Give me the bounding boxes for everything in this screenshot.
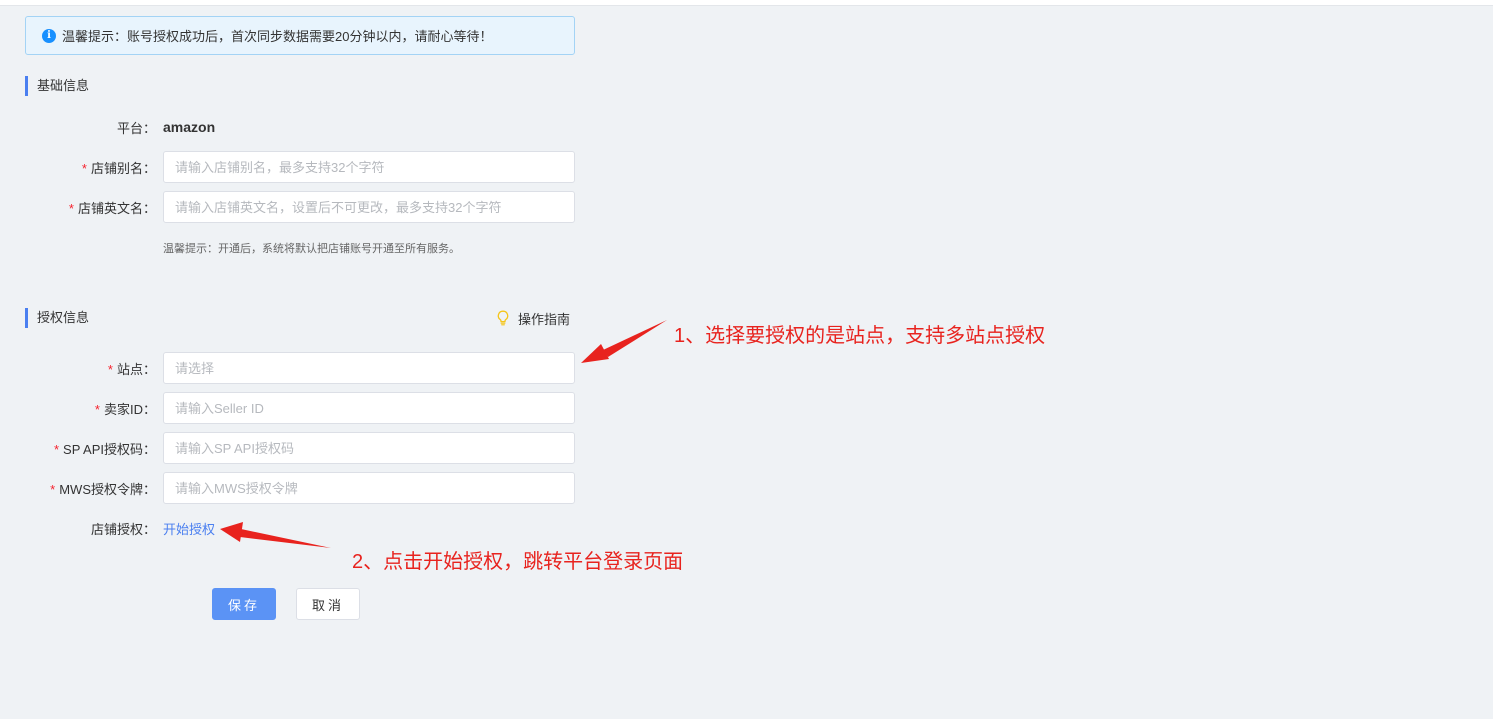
annotation-step2: 2、点击开始授权，跳转平台登录页面 <box>352 551 684 573</box>
service-hint: 温馨提示：开通后，系统将默认把店铺账号开通至所有服务。 <box>163 243 460 255</box>
info-icon: i <box>42 28 56 43</box>
annotation-step1: 1、选择要授权的是站点，支持多站点授权 <box>674 325 1046 347</box>
shop-alias-label: * 店铺别名： <box>81 160 156 176</box>
sp-api-label: * SP API授权码： <box>53 441 156 457</box>
required-mark: * <box>50 481 56 497</box>
mws-input[interactable] <box>163 472 575 504</box>
shop-auth-label: 店铺授权： <box>90 521 156 537</box>
save-button[interactable]: 保存 <box>212 588 276 620</box>
required-mark: * <box>107 361 113 377</box>
seller-id-label: * 卖家ID： <box>94 401 156 417</box>
notice-text: 温馨提示：账号授权成功后，首次同步数据需要20分钟以内，请耐心等待！ <box>62 29 493 44</box>
seller-id-row: * 卖家ID： <box>0 392 575 424</box>
top-divider <box>0 0 1493 6</box>
site-label: * 站点： <box>107 361 156 377</box>
platform-value: amazon <box>163 119 216 135</box>
section-basic-info: 基础信息 <box>25 76 89 96</box>
platform-label: 平台： <box>116 120 156 136</box>
required-mark: * <box>68 200 74 216</box>
required-mark: * <box>81 160 87 176</box>
sp-api-row: * SP API授权码： <box>0 432 575 464</box>
site-row: * 站点： <box>0 352 575 384</box>
seller-id-input[interactable] <box>163 392 575 424</box>
info-notice: i 温馨提示：账号授权成功后，首次同步数据需要20分钟以内，请耐心等待！ <box>25 16 575 55</box>
guide-label: 操作指南 <box>518 311 571 327</box>
arrow-to-start-auth <box>220 522 331 548</box>
mws-label: * MWS授权令牌： <box>50 481 156 497</box>
shop-auth-row: 店铺授权： 开始授权 <box>0 512 215 544</box>
site-select[interactable] <box>163 352 575 384</box>
shop-en-row: * 店铺英文名： <box>0 191 575 223</box>
section-auth-info: 授权信息 <box>25 308 89 328</box>
required-mark: * <box>94 401 100 417</box>
cancel-button[interactable]: 取消 <box>296 588 360 620</box>
start-auth-link[interactable]: 开始授权 <box>163 519 215 538</box>
shop-en-input[interactable] <box>163 191 575 223</box>
shop-alias-row: * 店铺别名： <box>0 151 575 183</box>
sp-api-input[interactable] <box>163 432 575 464</box>
lightbulb-icon <box>496 310 510 326</box>
platform-row: 平台： amazon <box>0 111 215 143</box>
shop-alias-input[interactable] <box>163 151 575 183</box>
arrow-to-site <box>581 320 667 363</box>
guide-link[interactable]: 操作指南 <box>496 308 570 328</box>
shop-en-label: * 店铺英文名： <box>68 200 156 216</box>
required-mark: * <box>53 441 60 457</box>
mws-row: * MWS授权令牌： <box>0 472 575 504</box>
